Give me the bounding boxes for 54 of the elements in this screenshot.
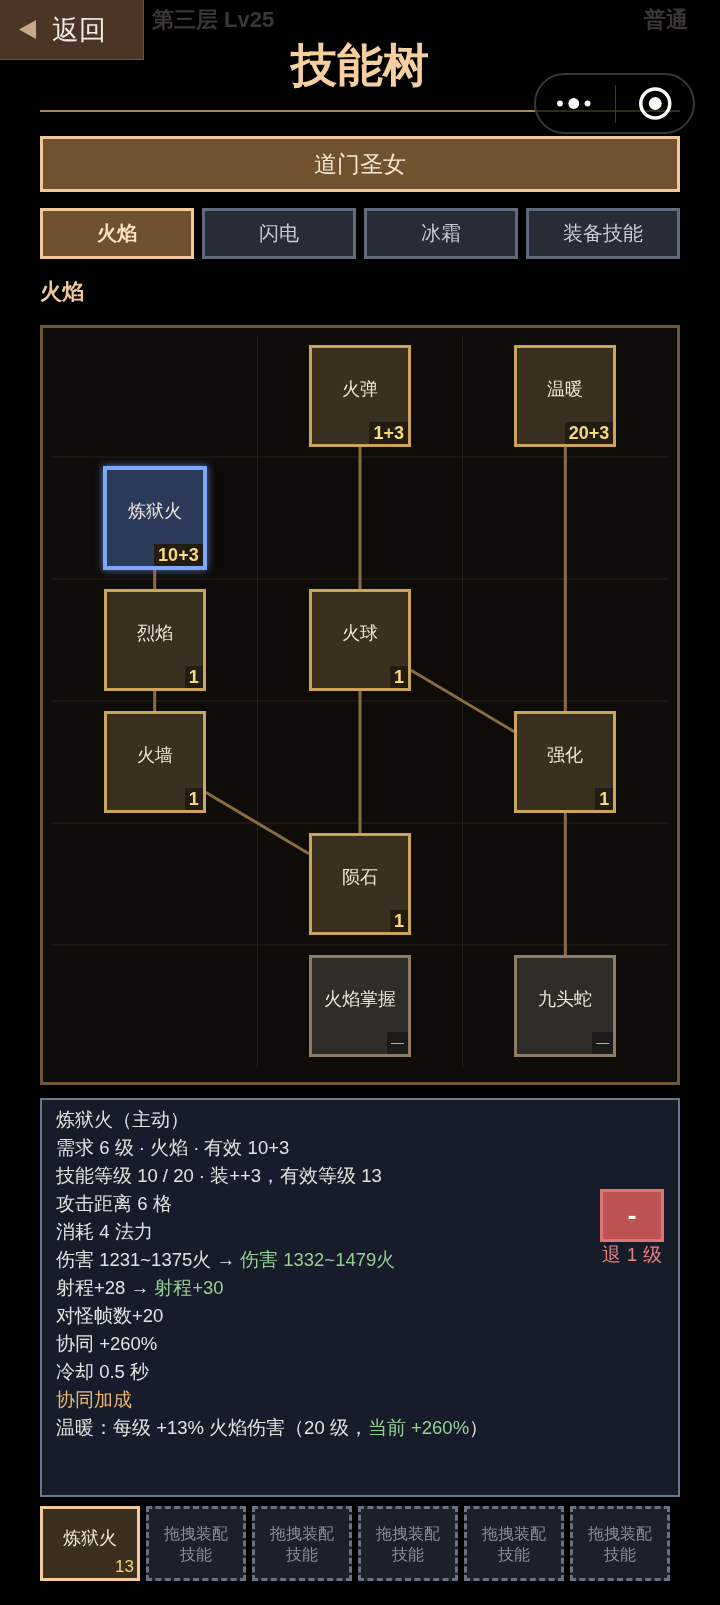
detail-line: 协同加成 <box>56 1388 133 1412</box>
skill-node[interactable]: 火球 1 <box>309 589 411 691</box>
category-tab[interactable]: 冰霜 <box>364 208 518 259</box>
skill-node[interactable]: 烈焰 1 <box>103 589 206 691</box>
detail-line: 攻击距离 6 格 <box>56 1192 173 1216</box>
detail-line: 冷却 0.5 秒 <box>56 1360 150 1384</box>
empty-slot[interactable]: 拖拽装配技能 <box>358 1506 458 1581</box>
detail-line: 对怪帧数+20 <box>56 1304 165 1328</box>
rank-badge: 1 <box>184 788 203 810</box>
empty-slot[interactable]: 拖拽装配技能 <box>570 1506 670 1581</box>
skill-node[interactable]: 九头蛇 — <box>514 955 617 1057</box>
detail-line: 炼狱火（主动） <box>56 1108 190 1132</box>
detail-line: 消耗 4 法力 <box>56 1220 154 1244</box>
rank-badge: 1 <box>389 910 408 932</box>
rank-badge: 1 <box>184 666 203 688</box>
rank-badge: 1 <box>389 666 408 688</box>
skill-node[interactable]: 火弹 1+3 <box>309 345 411 447</box>
class-banner: 道门圣女 <box>40 136 680 192</box>
detail-line: 技能等级 10 / 20 · 装++3，有效等级 13 <box>56 1164 383 1188</box>
rank-badge: — <box>592 1032 614 1054</box>
back-button[interactable]: 返回 <box>0 0 144 60</box>
stage-label: 第三层 Lv25 <box>152 6 275 34</box>
detail-line: 伤害 1231~1375火 → 伤害 1332~1479火 <box>56 1248 397 1272</box>
detail-line: 温暖：每级 +13% 火焰伤害（20 级，当前 +260%） <box>56 1416 490 1440</box>
circle-dot-icon[interactable] <box>639 87 672 120</box>
rank-badge: — <box>387 1032 408 1054</box>
skill-slot[interactable]: 炼狱火 13 <box>40 1506 140 1581</box>
section-title: 火焰 <box>40 279 85 305</box>
detail-line: 需求 6 级 · 火焰 · 有效 10+3 <box>56 1136 291 1160</box>
empty-slot[interactable]: 拖拽装配技能 <box>252 1506 352 1581</box>
detail-line: 射程+28 → 射程+30 <box>56 1276 225 1300</box>
downgrade-caption: 退 1 级 <box>602 1243 662 1267</box>
slot-rank: 13 <box>115 1556 134 1578</box>
rank-badge: 20+3 <box>564 422 614 444</box>
downgrade-button[interactable]: - <box>600 1189 664 1242</box>
empty-slot[interactable]: 拖拽装配技能 <box>464 1506 564 1581</box>
category-tab[interactable]: 火焰 <box>40 208 194 259</box>
back-arrow-icon <box>19 20 36 39</box>
skill-node[interactable]: 火焰掌握 — <box>309 955 411 1057</box>
skill-node[interactable]: 陨石 1 <box>309 833 411 935</box>
skill-node[interactable]: 温暖 20+3 <box>514 345 617 447</box>
rank-badge: 1 <box>595 788 614 810</box>
page-title: 技能树 <box>289 40 430 90</box>
mode-label: 普通 <box>644 6 688 34</box>
skill-node[interactable]: 强化 1 <box>514 711 617 813</box>
category-tab[interactable]: 闪电 <box>202 208 356 259</box>
more-icon[interactable] <box>557 98 591 109</box>
category-tab[interactable]: 装备技能 <box>526 208 680 259</box>
skill-node[interactable]: 火墙 1 <box>103 711 206 813</box>
detail-line: 协同 +260% <box>56 1332 159 1356</box>
skill-node[interactable]: 炼狱火 10+3 <box>102 466 207 570</box>
rank-badge: 10+3 <box>154 544 203 566</box>
rank-badge: 1+3 <box>369 422 408 444</box>
empty-slot[interactable]: 拖拽装配技能 <box>146 1506 246 1581</box>
